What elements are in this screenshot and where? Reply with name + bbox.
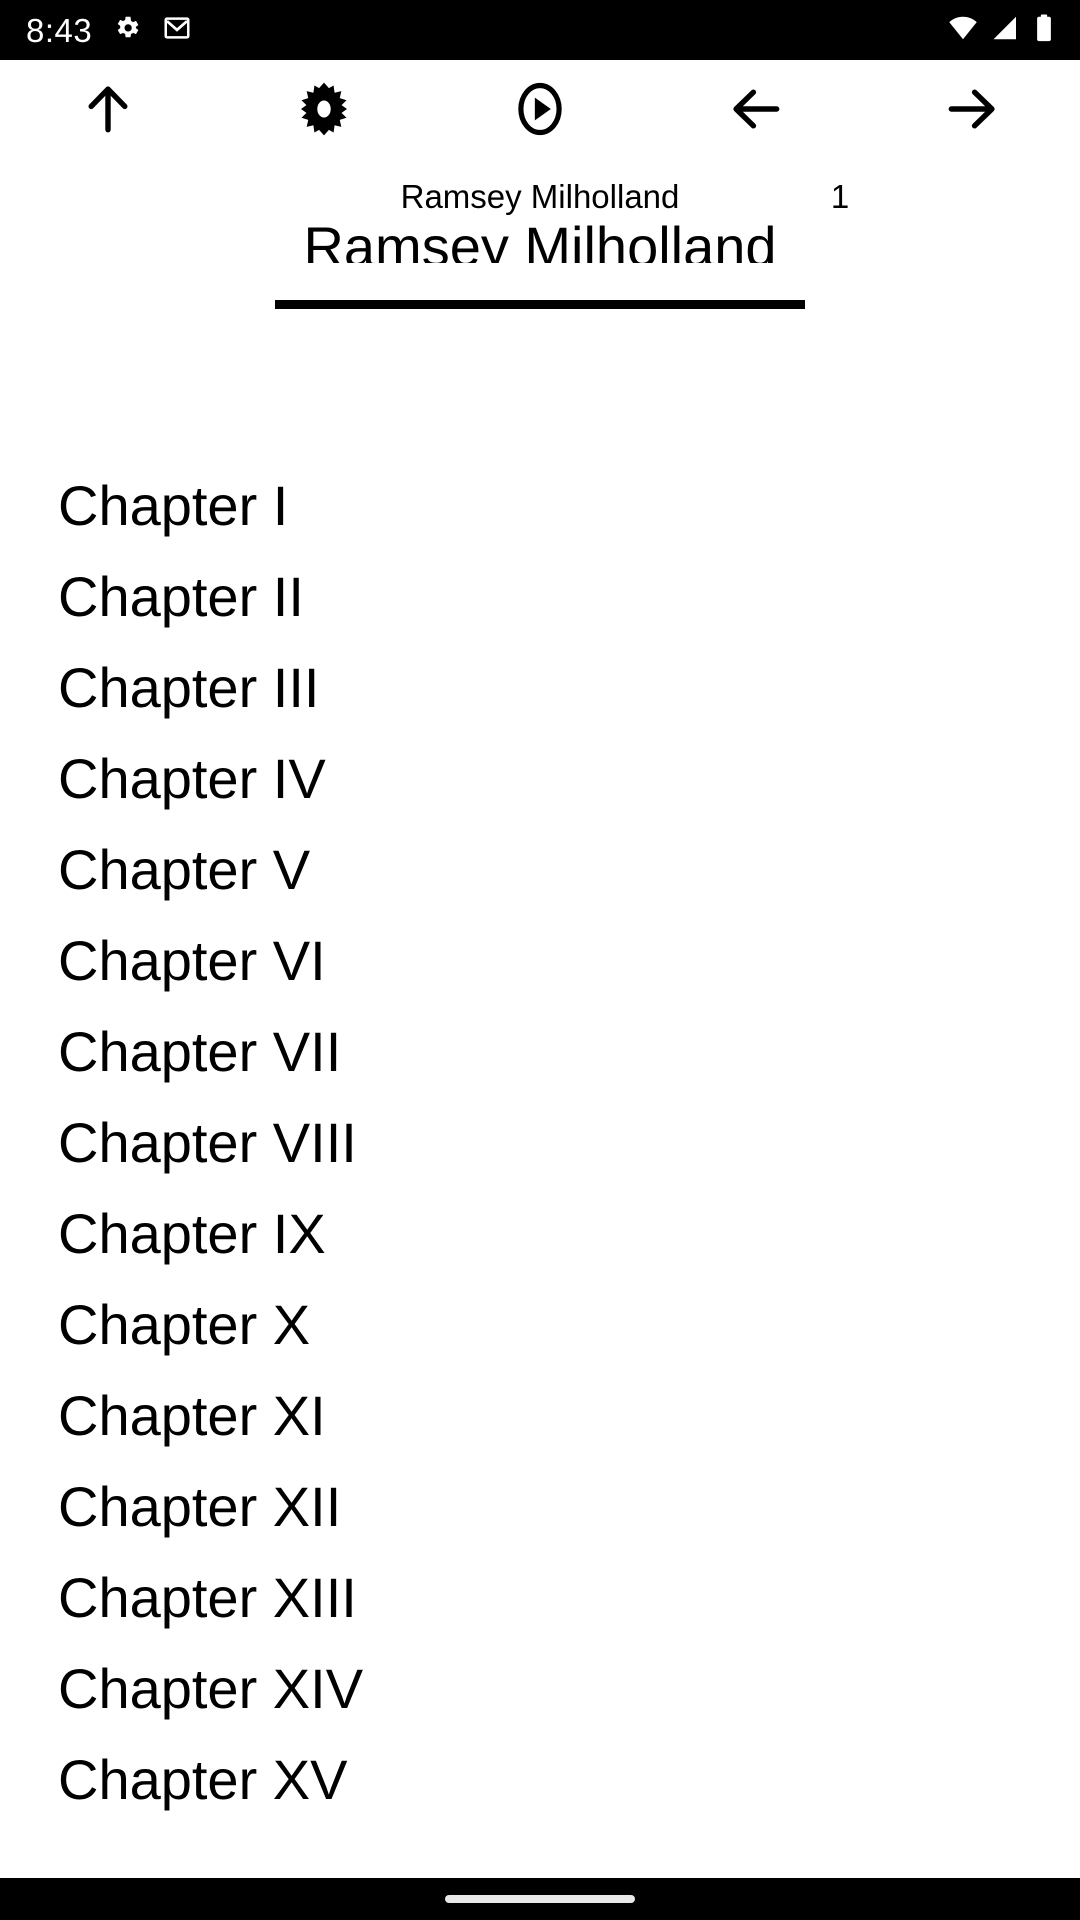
cellular-signal-icon [991, 13, 1021, 48]
toc-link[interactable]: Chapter IX [0, 1188, 1080, 1279]
home-gesture-pill[interactable] [445, 1895, 635, 1903]
page-header: Ramsey Milholland 1 Ramsey Milholland [0, 160, 1080, 310]
battery-icon [1034, 13, 1054, 48]
book-content-area[interactable]: Ramsey Milholland 1 Ramsey Milholland Ch… [0, 160, 1080, 1878]
toc-link[interactable]: Chapter XI [0, 1370, 1080, 1461]
table-of-contents: Chapter I Chapter II Chapter III Chapter IV… [0, 460, 1080, 1825]
title-divider [275, 300, 805, 309]
scroll-up-button[interactable] [0, 60, 216, 160]
status-bar-left: 8:43 [26, 13, 192, 48]
status-bar-clock: 8:43 [26, 11, 93, 49]
status-bar-right [948, 13, 1054, 48]
wifi-icon [948, 13, 978, 48]
system-navigation-bar [0, 1878, 1080, 1920]
toc-link[interactable]: Chapter V [0, 824, 1080, 915]
arrow-up-icon [77, 78, 139, 143]
toc-link[interactable]: Chapter VII [0, 1006, 1080, 1097]
toc-link[interactable]: Chapter XIII [0, 1552, 1080, 1643]
next-page-button[interactable] [864, 60, 1080, 160]
arrow-left-icon [725, 78, 787, 143]
gmail-icon [162, 13, 192, 48]
screen: 8:43 Ramsey Milholland 1 Ramsey Milholla… [0, 0, 1080, 1920]
toc-link[interactable]: Chapter X [0, 1279, 1080, 1370]
gear-icon [112, 13, 142, 48]
toc-link[interactable]: Chapter II [0, 551, 1080, 642]
toc-link[interactable]: Chapter I [0, 460, 1080, 551]
toc-link[interactable]: Chapter XII [0, 1461, 1080, 1552]
toc-link[interactable]: Chapter XIV [0, 1643, 1080, 1734]
status-bar: 8:43 [0, 0, 1080, 60]
previous-page-button[interactable] [648, 60, 864, 160]
book-title-wrap: Ramsey Milholland [0, 215, 1080, 263]
play-button[interactable] [432, 60, 648, 160]
toc-link[interactable]: Chapter XV [0, 1734, 1080, 1825]
arrow-right-icon [941, 78, 1003, 143]
gear-icon [293, 78, 355, 143]
page-number: 1 [830, 178, 850, 215]
page-title: Ramsey Milholland [303, 215, 777, 263]
app-toolbar [0, 60, 1080, 160]
toc-link[interactable]: Chapter III [0, 642, 1080, 733]
toc-link[interactable]: Chapter IV [0, 733, 1080, 824]
toc-link[interactable]: Chapter VI [0, 915, 1080, 1006]
settings-button[interactable] [216, 60, 432, 160]
play-circle-icon [509, 78, 571, 143]
toc-link[interactable]: Chapter VIII [0, 1097, 1080, 1188]
